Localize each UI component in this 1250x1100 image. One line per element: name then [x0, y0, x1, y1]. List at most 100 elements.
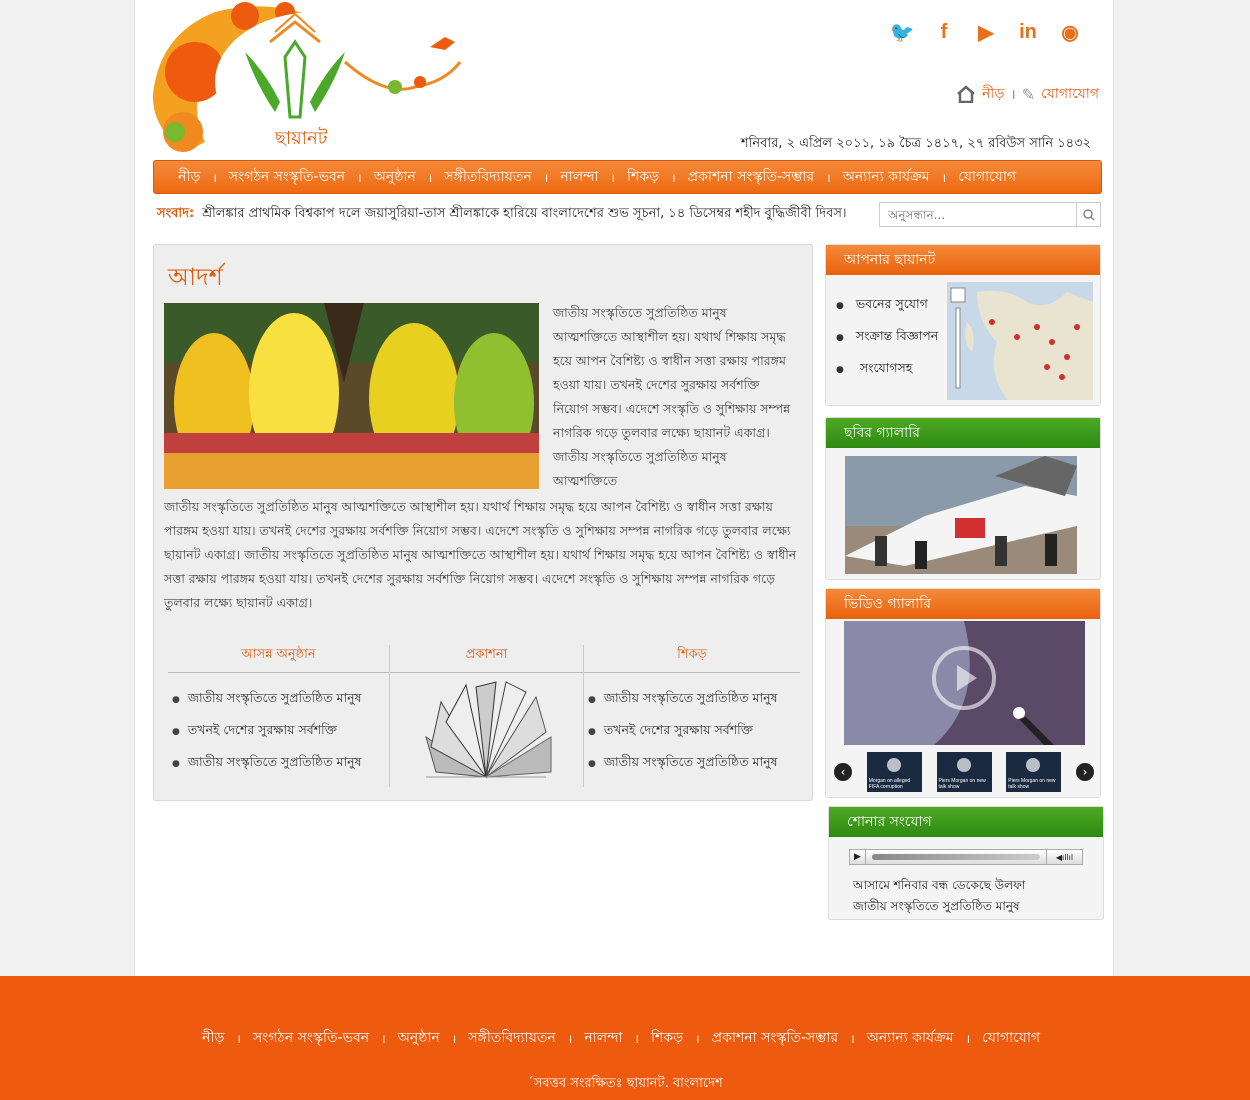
audio-player: ▶ ◀ıllıl — [849, 849, 1083, 865]
main-content: আদর্শ জাতীয় সংস্কৃতিতে সুপ্রতিষ্ঠিত মান… — [153, 244, 813, 801]
youtube-icon[interactable]: ▶ — [971, 16, 1001, 48]
body-text: জাতীয় সংস্কৃতিতে সুপ্রতিষ্ঠিত মানুষ আত্… — [164, 499, 797, 610]
nav-separator: । — [427, 170, 433, 185]
video-thumb[interactable]: Piers Morgan on new talk show — [1006, 752, 1062, 792]
news-ticker: সংবাদ: শ্রীলঙ্কার প্রাথমিক বিশ্বকাপ দলে … — [157, 204, 847, 225]
main-nav: নীড় । সংগঠন সংস্কৃতি-ভবন । অনুষ্ঠান । সঙ্গীতব… — [153, 160, 1102, 194]
audio-progress[interactable] — [872, 854, 1040, 860]
nav-separator: । — [695, 1031, 700, 1046]
play-button[interactable]: ▶ — [850, 850, 866, 864]
nav-separator: । — [543, 170, 549, 185]
audio-item[interactable]: জাতীয় সংস্কৃতিতে সুপ্রতিষ্ঠিত মানুষ — [853, 896, 1025, 917]
shikor-column: শিকড় জাতীয় সংস্কৃতিতে সুপ্রতিষ্ঠিত মান… — [584, 645, 800, 787]
festival-photo — [164, 303, 539, 489]
audio-list: আসামে শনিবার বন্ধ ডেকেছে উলফা জাতীয় সংস… — [853, 875, 1025, 917]
video-thumb[interactable]: Piers Morgan on new talk show — [936, 752, 992, 792]
list-item[interactable]: জাতীয় সংস্কৃতিতে সুপ্রতিষ্ঠিত মানুষ — [172, 683, 389, 715]
page-title: আদর্শ — [168, 263, 223, 291]
nav-item[interactable]: প্রকাশনা সংস্কৃতি-সম্ভার — [688, 165, 814, 189]
ticker-text[interactable]: শ্রীলঙ্কার প্রাথমিক বিশ্বকাপ দলে জয়াসুর… — [202, 204, 846, 225]
footer-nav-item[interactable]: প্রকাশনা সংস্কৃতি-সম্ভার — [712, 1026, 838, 1050]
footer-nav-item[interactable]: যোগাযোগ — [982, 1026, 1040, 1050]
play-icon — [956, 758, 971, 772]
volume-icon[interactable]: ◀ıllıl — [1046, 850, 1082, 864]
list-item[interactable]: তখনই দেশের সুরক্ষায় সর্বশক্তি — [172, 715, 389, 747]
box-heading: ভিডিও গ্যালারি — [826, 589, 1100, 619]
footer-nav-item[interactable]: অন্যান্য কার্যক্রম — [867, 1026, 954, 1050]
list-item[interactable]: জাতীয় সংস্কৃতিতে সুপ্রতিষ্ঠিত মানুষ — [588, 747, 800, 779]
footer-nav-item[interactable]: নালন্দা — [584, 1026, 622, 1050]
nav-separator: । — [634, 1031, 640, 1046]
page-container: ছায়ানট 🐦 f ▶ in ◉ নীড় । ✎ যোগাযোগ শনিব… — [134, 0, 1114, 976]
box-heading: ছবির গ্যালারি — [826, 418, 1100, 448]
events-column: আসন্ন অনুষ্ঠান জাতীয় সংস্কৃতিতে সুপ্রতি… — [168, 645, 390, 787]
footer-nav-item[interactable]: অনুষ্ঠান — [398, 1026, 440, 1050]
bottom-columns: আসন্ন অনুষ্ঠান জাতীয় সংস্কৃতিতে সুপ্রতি… — [168, 645, 800, 787]
nav-separator: । — [236, 1031, 241, 1046]
twitter-icon[interactable]: 🐦 — [887, 16, 917, 48]
video-gallery-box: ভিডিও গ্যালারি ‹ Morgan on alleged FIFA … — [825, 588, 1101, 798]
gallery-image[interactable] — [845, 456, 1077, 574]
date-display: শনিবার, ২ এপ্রিল ২০১১, ১৯ চৈত্র ১৪১৭, ২৭… — [740, 136, 1091, 151]
audio-item[interactable]: আসামে শনিবার বন্ধ ডেকেছে উলফা — [853, 875, 1025, 896]
social-links: 🐦 f ▶ in ◉ — [887, 16, 1085, 48]
list-item[interactable]: জাতীয় সংস্কৃতিতে সুপ্রতিষ্ঠিত মানুষ — [172, 747, 389, 779]
nav-separator: । — [850, 1031, 855, 1046]
footer: নীড় । সংগঠন সংস্কৃতি-ভবন । অনুষ্ঠান । সঙ্গীতব… — [0, 976, 1250, 1100]
nav-item[interactable]: সঙ্গীতবিদ্যায়তন — [444, 165, 531, 189]
next-arrow-icon[interactable]: › — [1076, 763, 1094, 781]
ticker-label: সংবাদ: — [157, 206, 195, 221]
footer-nav: নীড় । সংগঠন সংস্কৃতি-ভবন । অনুষ্ঠান । সঙ্গীতব… — [202, 1026, 1040, 1050]
footer-nav-item[interactable]: নীড় — [202, 1026, 224, 1050]
contact-link[interactable]: যোগাযোগ — [1041, 82, 1099, 106]
list-item[interactable]: জাতীয় সংস্কৃতিতে সুপ্রতিষ্ঠিত মানুষ — [588, 683, 800, 715]
photo-gallery-box: ছবির গ্যালারি — [825, 417, 1101, 580]
linkedin-icon[interactable]: in — [1013, 16, 1043, 48]
publication-heading[interactable]: প্রকাশনা — [390, 645, 583, 673]
separator: । — [1010, 86, 1016, 103]
play-icon — [886, 758, 901, 772]
nav-separator: । — [826, 170, 831, 185]
nav-item[interactable]: সংগঠন সংস্কৃতি-ভবন — [229, 165, 345, 189]
facebook-icon[interactable]: f — [929, 16, 959, 48]
events-heading[interactable]: আসন্ন অনুষ্ঠান — [168, 645, 389, 673]
home-icon[interactable] — [956, 85, 976, 103]
your-chhayanaut-box: আপনার ছায়ানট ভবনের সুযোগ সংক্রান্ত বিজ্… — [825, 244, 1101, 406]
video-thumb[interactable]: Morgan on alleged FIFA corruption — [866, 752, 922, 792]
box-heading: শোনার সংযোগ — [829, 807, 1103, 837]
sidebar-item[interactable]: সংযোগসহ — [836, 353, 938, 385]
book-image[interactable] — [416, 677, 556, 797]
search-button[interactable] — [1076, 203, 1100, 226]
video-thumbnails: ‹ Morgan on alleged FIFA corruption Pier… — [834, 751, 1094, 793]
sidebar-item[interactable]: সংক্রান্ত বিজ্ঞাপন — [836, 321, 938, 353]
footer-nav-item[interactable]: সংগঠন সংস্কৃতি-ভবন — [253, 1026, 369, 1050]
nav-separator: । — [567, 1031, 573, 1046]
nav-separator: । — [965, 1031, 971, 1046]
shikor-heading[interactable]: শিকড় — [584, 645, 800, 673]
footer-nav-item[interactable]: সঙ্গীতবিদ্যায়তন — [468, 1026, 555, 1050]
nav-separator: । — [610, 170, 616, 185]
list-item[interactable]: তখনই দেশের সুরক্ষায় সর্বশক্তি — [588, 715, 800, 747]
map-widget[interactable] — [947, 282, 1093, 400]
search-box — [879, 202, 1101, 227]
home-link[interactable]: নীড় — [982, 82, 1004, 106]
nav-separator: । — [381, 1031, 386, 1046]
prev-arrow-icon[interactable]: ‹ — [834, 763, 852, 781]
nav-item[interactable]: অন্যান্য কার্যক্রম — [843, 165, 930, 189]
video-player[interactable] — [844, 621, 1085, 745]
copyright: ´সবত্তব সংরক্ষিতঃ ছায়ানট. বাংলাদেশ — [527, 1076, 723, 1091]
nav-item[interactable]: অনুষ্ঠান — [374, 165, 416, 189]
nav-item[interactable]: যোগাযোগ — [958, 165, 1016, 189]
sidebar-item[interactable]: ভবনের সুযোগ — [836, 289, 938, 321]
box-heading: আপনার ছায়ানট — [826, 245, 1100, 275]
nav-item[interactable]: নীড় — [178, 165, 200, 189]
publication-column: প্রকাশনা — [390, 645, 584, 787]
search-input[interactable] — [880, 203, 1076, 226]
nav-item[interactable]: শিকড় — [627, 165, 659, 189]
nav-separator: । — [451, 1031, 457, 1046]
nav-item[interactable]: নালন্দা — [560, 165, 598, 189]
intro-text: জাতীয় সংস্কৃতিতে সুপ্রতিষ্ঠিত মানুষ আত্… — [553, 305, 791, 488]
rss-icon[interactable]: ◉ — [1055, 16, 1085, 48]
chhayanaut-logo[interactable]: ছায়ানট — [145, 2, 467, 156]
footer-nav-item[interactable]: শিকড় — [651, 1026, 683, 1050]
